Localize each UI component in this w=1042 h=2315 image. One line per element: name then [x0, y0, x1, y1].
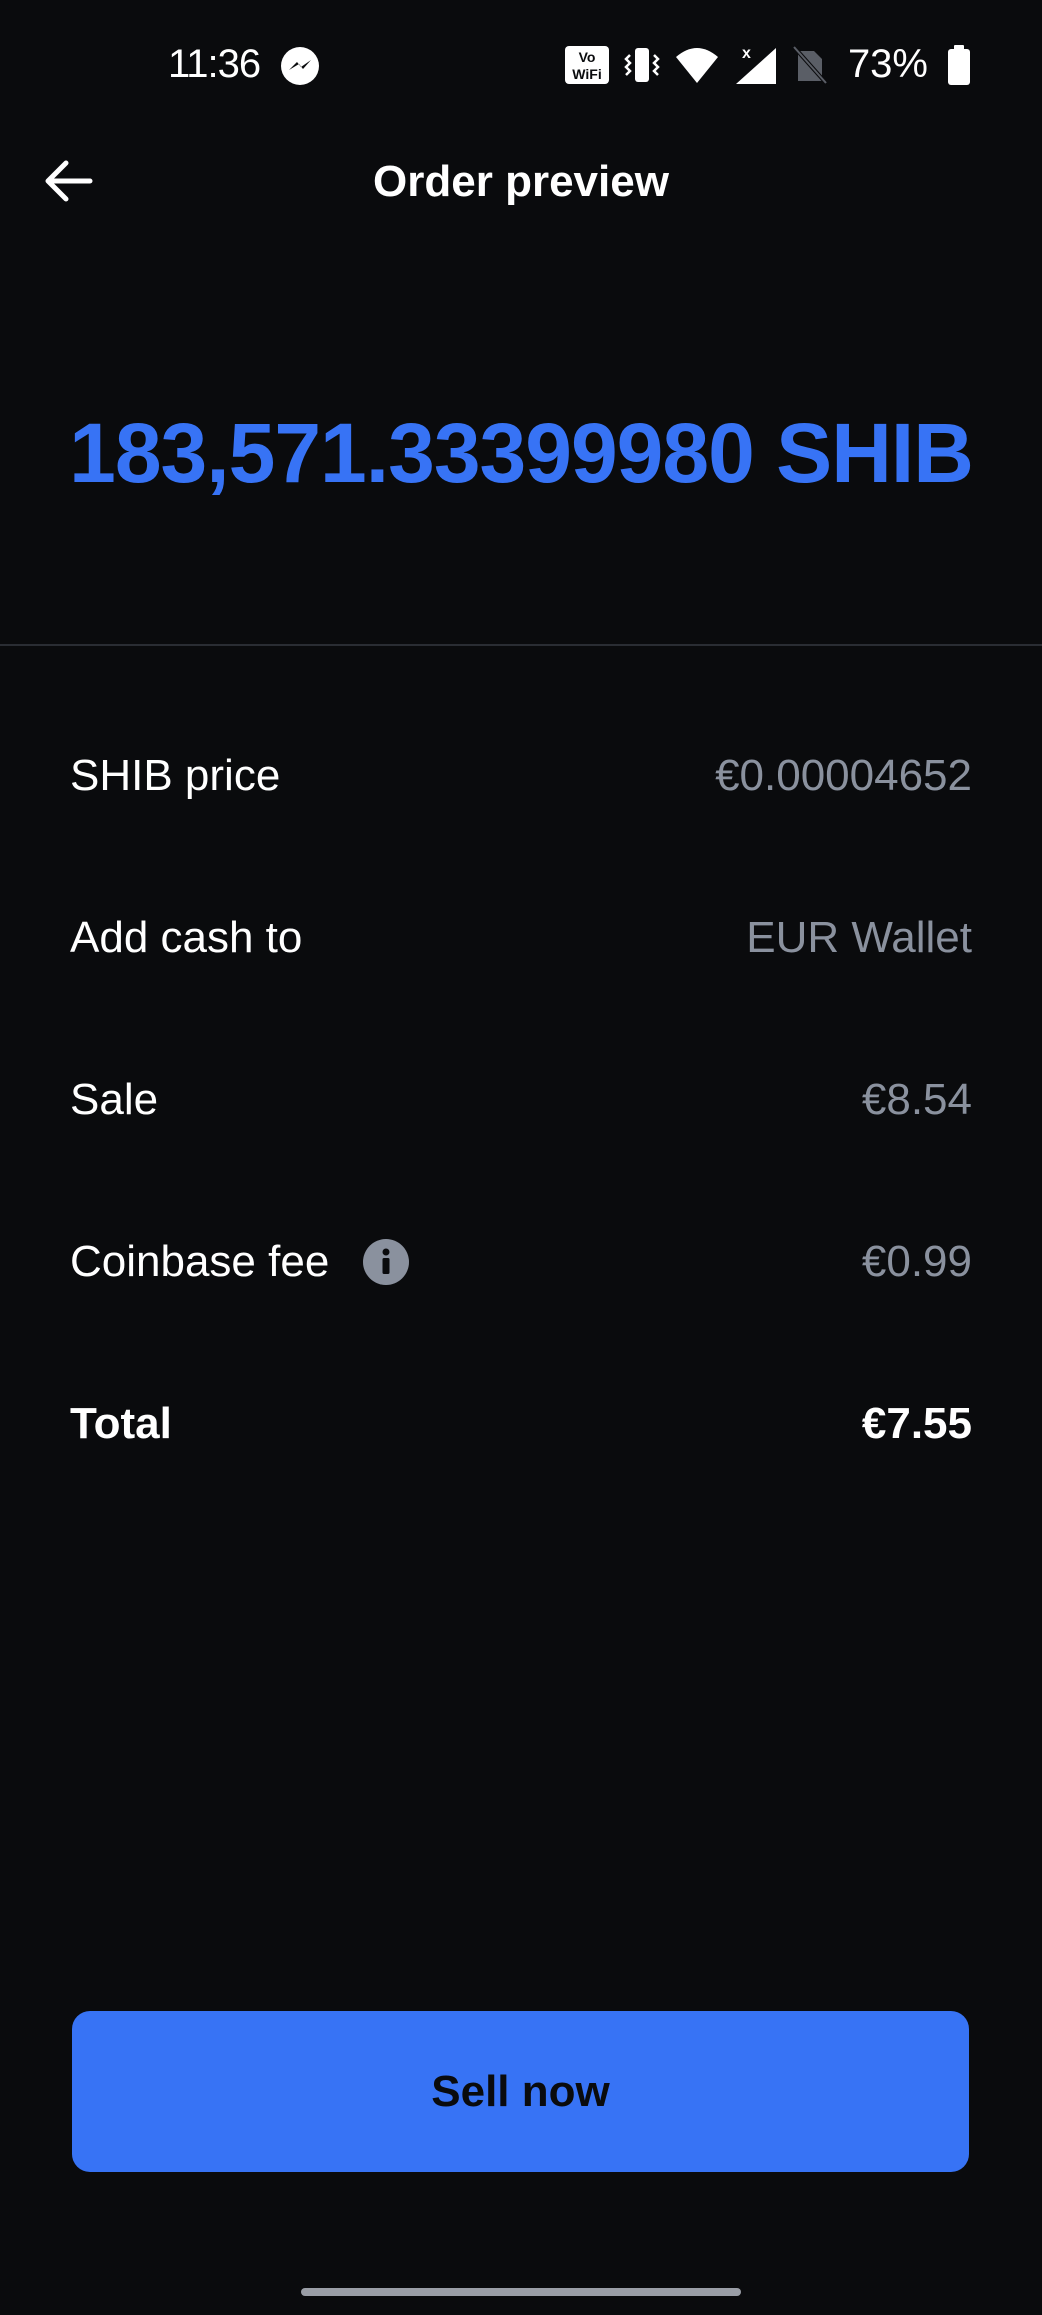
sale-value: €8.54 — [861, 1075, 972, 1124]
divider — [0, 644, 1042, 646]
home-indicator[interactable] — [301, 2288, 741, 2296]
wifi-icon — [674, 45, 720, 85]
header: Order preview — [0, 135, 1042, 231]
fee-label: Coinbase fee — [70, 1237, 330, 1286]
fee-value: €0.99 — [861, 1237, 972, 1286]
vibrate-icon — [624, 45, 660, 85]
page-title: Order preview — [373, 157, 669, 206]
fee-label-group: Coinbase fee — [70, 1237, 410, 1287]
total-row: Total €7.55 — [70, 1384, 972, 1464]
signal-icon: x — [734, 44, 778, 86]
price-row: SHIB price €0.00004652 — [70, 736, 972, 816]
status-bar: 11:36 Vo WiFi x 73% — [0, 0, 1042, 135]
price-label: SHIB price — [70, 751, 281, 800]
total-value: €7.55 — [861, 1399, 972, 1448]
sale-label: Sale — [70, 1075, 159, 1124]
destination-row: Add cash to EUR Wallet — [70, 898, 972, 978]
battery-percent: 73% — [847, 42, 928, 86]
sell-amount: 183,571.33399980 SHIB — [69, 406, 974, 500]
battery-icon — [946, 44, 972, 86]
sell-now-button[interactable]: Sell now — [72, 2011, 969, 2172]
destination-label: Add cash to — [70, 913, 303, 962]
vowifi-icon: Vo WiFi — [564, 45, 610, 85]
price-value: €0.00004652 — [715, 751, 972, 800]
svg-text:x: x — [742, 45, 751, 62]
total-label: Total — [70, 1399, 172, 1448]
status-time: 11:36 — [168, 42, 261, 86]
fee-row: Coinbase fee €0.99 — [70, 1222, 972, 1302]
svg-text:Vo: Vo — [579, 49, 596, 65]
svg-text:WiFi: WiFi — [572, 66, 601, 82]
sale-row: Sale €8.54 — [70, 1060, 972, 1140]
messenger-icon — [280, 46, 320, 86]
no-sim-icon — [792, 45, 828, 85]
info-icon[interactable] — [363, 1239, 410, 1285]
destination-value: EUR Wallet — [746, 913, 972, 962]
